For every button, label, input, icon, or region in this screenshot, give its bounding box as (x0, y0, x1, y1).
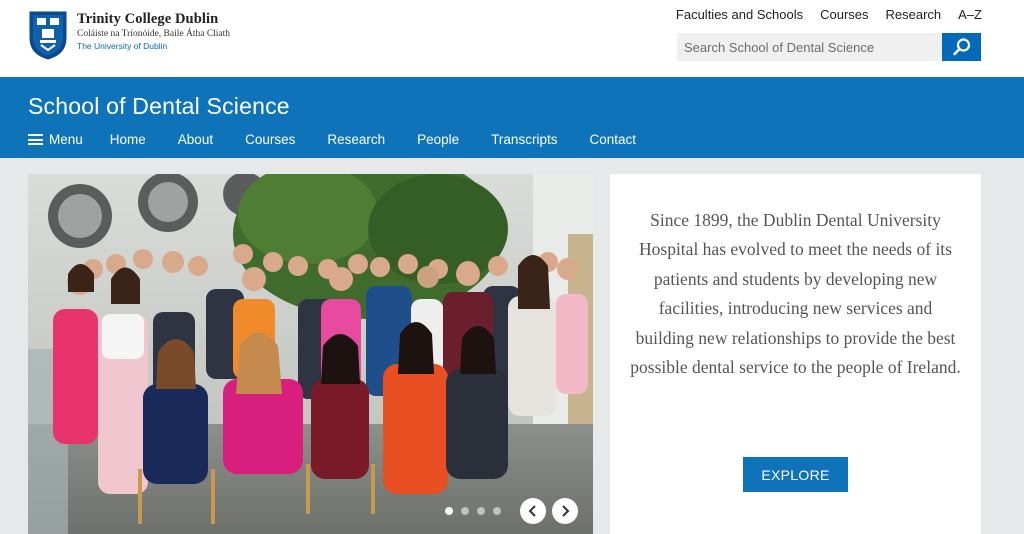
carousel-dot-2[interactable] (461, 507, 469, 515)
logo-text: Trinity College Dublin Coláiste na Tríon… (77, 10, 230, 52)
school-banner: School of Dental Science Menu Home About… (0, 77, 1024, 158)
wall-vent-1 (48, 184, 112, 248)
link-courses[interactable]: Courses (820, 7, 868, 22)
carousel-dot-3[interactable] (477, 507, 485, 515)
logo-subtitle: The University of Dublin (77, 41, 168, 51)
nav-about[interactable]: About (178, 132, 213, 147)
tcd-logo[interactable]: Trinity College Dublin Coláiste na Tríon… (28, 10, 230, 60)
menu-button[interactable]: Menu (28, 132, 83, 147)
hero-carousel[interactable] (28, 174, 593, 534)
link-faculties-and-schools[interactable]: Faculties and Schools (676, 7, 803, 22)
utility-nav: Faculties and Schools Courses Research A… (659, 7, 982, 22)
intro-text: Since 1899, the Dublin Dental University… (630, 210, 961, 378)
explore-button[interactable]: EXPLORE (743, 457, 848, 492)
nav-courses[interactable]: Courses (245, 132, 295, 147)
link-a-z[interactable]: A–Z (958, 7, 982, 22)
site-header: Trinity College Dublin Coláiste na Tríon… (0, 0, 1024, 77)
intro-card: Since 1899, the Dublin Dental University… (610, 174, 981, 534)
menu-label: Menu (49, 132, 83, 147)
crest-icon (29, 11, 67, 60)
carousel-dots (445, 507, 501, 515)
search-input[interactable] (677, 33, 942, 61)
carousel-next-button[interactable] (552, 498, 578, 524)
nav-home[interactable]: Home (110, 132, 146, 147)
page-title[interactable]: School of Dental Science (28, 93, 290, 120)
search-button[interactable] (942, 33, 981, 61)
carousel-dot-1[interactable] (445, 507, 453, 515)
link-research[interactable]: Research (886, 7, 942, 22)
chevron-right-icon (562, 505, 570, 517)
carousel-dot-4[interactable] (493, 507, 501, 515)
carousel-prev-button[interactable] (520, 498, 546, 524)
logo-name: Trinity College Dublin (77, 11, 219, 27)
nav-people[interactable]: People (417, 132, 459, 147)
nav-transcripts[interactable]: Transcripts (491, 132, 557, 147)
wall-vent-2 (138, 174, 198, 232)
logo-irish-name: Coláiste na Tríonóide, Baile Átha Cliath (77, 29, 231, 39)
nav-contact[interactable]: Contact (589, 132, 636, 147)
main-nav: Menu Home About Courses Research People … (28, 132, 668, 147)
search-bar (677, 33, 981, 61)
chevron-left-icon (528, 505, 536, 517)
group-photo (28, 174, 593, 534)
nav-research[interactable]: Research (327, 132, 385, 147)
search-icon (952, 38, 970, 56)
hamburger-icon (28, 134, 43, 145)
